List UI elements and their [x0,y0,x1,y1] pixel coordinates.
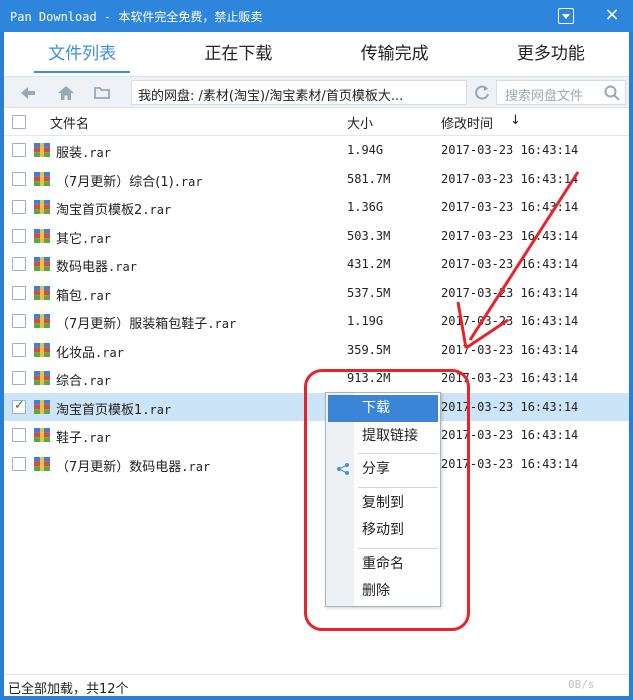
tab-file-list[interactable]: 文件列表 [4,32,160,76]
file-name: 服装.rar [56,146,111,161]
file-size: 537.5M [347,285,391,300]
file-name: 化妆品.rar [56,345,124,361]
file-modified: 2017-03-23 16:43:14 [441,342,579,357]
row-checkbox[interactable] [12,143,26,157]
row-checkbox[interactable] [12,456,26,471]
rar-archive-icon [34,171,50,186]
status-bar: 已全部加载，共12个 0B/s [4,674,629,697]
file-name: （7月更新）服装箱包鞋子.rar [56,317,237,332]
file-modified: 2017-03-23 16:43:14 [441,228,579,243]
file-name: 数码电器.rar [56,260,137,275]
file-modified: 2017-03-23 16:43:14 [441,285,579,300]
row-checkbox[interactable] [12,342,26,357]
table-row[interactable]: （7月更新）服装箱包鞋子.rar 1.19G 2017-03-23 16:43:… [4,307,629,336]
search-placeholder: 搜索网盘文件 [505,89,584,104]
rar-archive-icon [34,285,50,300]
file-size: 431.2M [347,257,391,271]
tab-downloading[interactable]: 正在下载 [160,32,316,76]
table-row[interactable]: （7月更新）综合(1).rar 581.7M 2017-03-23 16:43:… [4,165,629,194]
tab-completed[interactable]: 传输完成 [317,32,473,76]
table-row[interactable]: 化妆品.rar 359.5M 2017-03-23 16:43:14 [4,336,629,365]
path-value: /素材(淘宝)/淘宝素材/首页模板大... [198,89,404,104]
file-name: 箱包.rar [56,288,111,304]
app-window: Pan Download - 本软件完全免费，禁止贩卖 × 文件列表 正在下载 … [0,0,633,700]
row-checkbox[interactable] [12,285,26,300]
speed-readout: 0B/s [568,678,595,691]
row-checkbox-checked[interactable] [12,398,26,414]
rar-archive-icon [34,342,50,357]
row-checkbox[interactable] [12,257,26,271]
column-header-modified[interactable]: 修改时间 [441,113,493,132]
tab-bar: 文件列表 正在下载 传输完成 更多功能 [4,32,629,76]
column-header-size[interactable]: 大小 [347,113,373,132]
title-bar: Pan Download - 本软件完全免费，禁止贩卖 × [0,0,633,32]
home-icon[interactable] [56,83,76,103]
file-name: （7月更新）综合(1).rar [56,174,203,190]
file-name: 淘宝首页模板2.rar [56,203,172,218]
toolbar: 我的网盘: /素材(淘宝)/淘宝素材/首页模板大... 搜索网盘文件 [4,76,629,108]
file-size: 581.7M [347,171,391,186]
search-input[interactable]: 搜索网盘文件 [496,80,626,105]
file-modified: 2017-03-23 16:43:14 [441,171,579,186]
file-size: 359.5M [347,342,391,357]
sort-down-icon: ↓ [510,113,521,128]
window-title: Pan Download - 本软件完全免费，禁止贩卖 [10,10,263,24]
row-checkbox[interactable] [12,171,26,186]
path-label: 我的网盘: [138,89,195,104]
rar-archive-icon [34,428,50,442]
table-row[interactable]: 淘宝首页模板2.rar 1.36G 2017-03-23 16:43:14 [4,193,629,222]
table-header: 文件名 大小 修改时间 ↓ [4,108,629,136]
select-all-checkbox[interactable] [12,115,26,129]
rar-archive-icon [34,456,50,471]
file-size: 1.94G [347,143,384,157]
tab-more-features[interactable]: 更多功能 [473,32,629,76]
file-name: 其它.rar [56,231,111,247]
status-text: 已全部加载，共12个 [8,682,129,697]
rar-archive-icon [34,200,50,214]
minimize-button[interactable] [558,8,574,24]
file-modified: 2017-03-23 16:43:14 [441,143,579,157]
column-header-name[interactable]: 文件名 [50,113,89,132]
table-row[interactable]: 其它.rar 503.3M 2017-03-23 16:43:14 [4,222,629,251]
search-icon[interactable] [603,84,621,102]
rar-archive-icon [34,228,50,243]
back-arrow-icon[interactable] [18,83,38,103]
rar-archive-icon [34,257,50,271]
file-modified: 2017-03-23 16:43:14 [441,200,579,214]
file-name: 鞋子.rar [56,431,111,446]
rar-archive-icon [34,314,50,328]
table-row[interactable]: 数码电器.rar 431.2M 2017-03-23 16:43:14 [4,250,629,279]
file-size: 1.36G [347,200,384,214]
file-name: （7月更新）数码电器.rar [56,459,211,475]
annotation-outline [304,369,470,631]
rar-archive-icon [34,143,50,157]
folder-icon[interactable] [92,83,112,103]
close-button[interactable]: × [604,6,620,24]
file-size: 503.3M [347,228,391,243]
file-name: 综合.rar [56,374,111,389]
row-checkbox[interactable] [12,371,26,385]
refresh-icon[interactable] [472,83,492,103]
rar-archive-icon [34,371,50,385]
file-size: 1.19G [347,314,384,328]
row-checkbox[interactable] [12,228,26,243]
rar-archive-icon [34,399,50,414]
file-name: 淘宝首页模板1.rar [56,402,172,418]
row-checkbox[interactable] [12,428,26,442]
table-row[interactable]: 箱包.rar 537.5M 2017-03-23 16:43:14 [4,279,629,308]
table-row[interactable]: 服装.rar 1.94G 2017-03-23 16:43:14 [4,136,629,165]
file-modified: 2017-03-23 16:43:14 [441,314,579,328]
path-display: 我的网盘: /素材(淘宝)/淘宝素材/首页模板大... [131,80,467,105]
row-checkbox[interactable] [12,200,26,214]
file-modified: 2017-03-23 16:43:14 [441,257,579,271]
row-checkbox[interactable] [12,314,26,328]
